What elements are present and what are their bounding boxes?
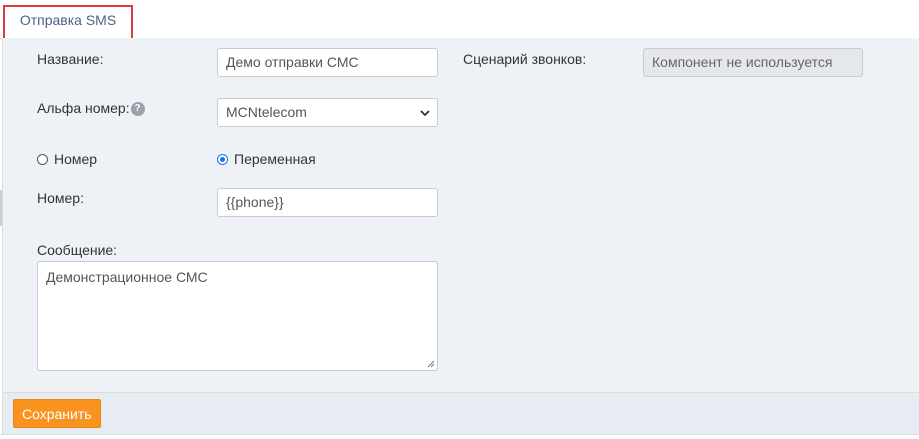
radio-variable-circle[interactable] [217, 153, 228, 165]
save-button[interactable]: Сохранить [13, 399, 101, 428]
tab-bar: Отправка SMS [0, 0, 919, 39]
alpha-select[interactable]: MCNtelecom [217, 98, 438, 127]
form-panel: Название: Демо отправки СМС Сценарий зво… [2, 38, 919, 392]
radio-number[interactable]: Номер [37, 151, 97, 167]
radio-number-circle[interactable] [37, 153, 48, 165]
number-value: {{phone}} [226, 194, 284, 210]
message-value: Демонстрационное СМС [46, 269, 208, 285]
radio-variable[interactable]: Переменная [217, 151, 316, 167]
message-label: Сообщение: [37, 242, 118, 258]
bottom-divider [0, 434, 919, 439]
name-value: Демо отправки СМС [226, 54, 359, 70]
alpha-value: MCNtelecom [226, 104, 307, 120]
scenario-value: Компонент не используется [652, 54, 833, 70]
alpha-label: Альфа номер: [37, 100, 130, 116]
chevron-down-icon [420, 109, 430, 116]
message-textarea[interactable]: Демонстрационное СМС [37, 261, 438, 371]
name-label: Название: [37, 51, 104, 67]
name-input[interactable]: Демо отправки СМС [217, 48, 438, 77]
tab-send-sms[interactable]: Отправка SMS [3, 5, 133, 39]
scenario-input: Компонент не используется [643, 48, 863, 77]
tab-label: Отправка SMS [19, 12, 117, 28]
scenario-label: Сценарий звонков: [463, 51, 587, 67]
radio-variable-label: Переменная [234, 151, 316, 167]
alpha-label-row: Альфа номер:? [37, 100, 145, 117]
number-label: Номер: [37, 190, 84, 206]
resize-grip-icon[interactable] [427, 360, 435, 368]
number-input[interactable]: {{phone}} [217, 188, 438, 217]
radio-number-label: Номер [54, 151, 98, 167]
form-footer: Сохранить [2, 392, 919, 435]
help-icon[interactable]: ? [130, 102, 145, 117]
